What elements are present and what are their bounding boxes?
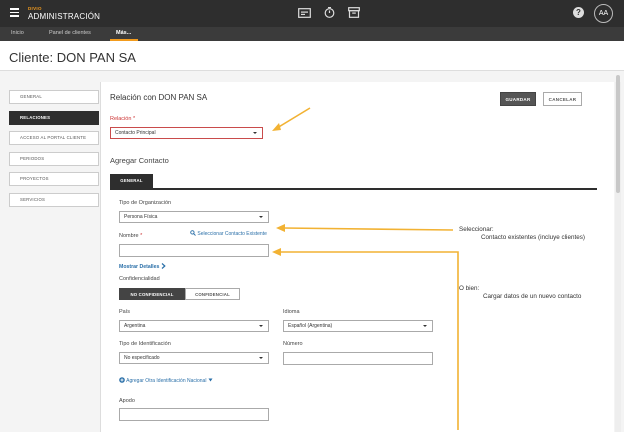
tab-underline: [110, 188, 597, 190]
pais-value: Argentina: [124, 323, 146, 329]
brand-logo-small: DIVIO: [28, 6, 42, 11]
chevron-down-icon: [259, 357, 263, 359]
chevron-down-icon: [259, 325, 263, 327]
chevron-down-icon: [259, 216, 263, 218]
search-icon: [190, 230, 196, 236]
sidebar-item-general[interactable]: GENERAL: [9, 90, 99, 104]
relacion-label: Relación *: [110, 116, 135, 122]
annotation-obien-desc: Cargar datos de un nuevo contacto: [483, 293, 582, 300]
numero-input[interactable]: [283, 352, 433, 365]
chevron-down-icon: [253, 132, 257, 134]
idioma-value: Español (Argentina): [288, 323, 333, 329]
save-button[interactable]: GUARDAR: [500, 92, 536, 106]
tipo-organizacion-value: Persona Física: [124, 214, 158, 220]
relacion-select[interactable]: Contacto Principal: [110, 127, 263, 139]
chevron-down-icon: [423, 325, 427, 327]
apodo-input[interactable]: [119, 408, 269, 421]
sidebar-item-servicios[interactable]: SERVICIOS: [9, 192, 99, 207]
tipo-organizacion-select[interactable]: Persona Física: [119, 211, 269, 223]
no-confidencial-toggle[interactable]: NO CONFIDENCIAL: [119, 288, 185, 300]
idioma-select[interactable]: Español (Argentina): [283, 320, 433, 332]
mostrar-detalles-link[interactable]: Mostrar Detalles: [119, 263, 166, 270]
idioma-label: Idioma: [283, 309, 300, 315]
scrollbar-thumb[interactable]: [616, 75, 620, 193]
pais-select[interactable]: Argentina: [119, 320, 269, 332]
relacion-select-value: Contacto Principal: [115, 130, 156, 136]
add-circle-icon: [119, 377, 125, 383]
relacion-label-text: Relación: [110, 116, 132, 122]
annotation-seleccionar-title: Seleccionar:: [459, 226, 494, 233]
tipo-identificacion-label: Tipo de Identificación: [119, 341, 171, 347]
mostrar-detalles-text: Mostrar Detalles: [119, 264, 160, 270]
sidebar-item-relaciones[interactable]: RELACIONES: [9, 110, 99, 125]
required-marker: *: [140, 233, 143, 239]
nav-active-indicator: [110, 39, 138, 41]
sidebar-item-proyectos[interactable]: PROYECTOS: [9, 172, 99, 186]
avatar[interactable]: AA: [594, 4, 613, 23]
agregar-identificacion-text: Agregar Otra Identificación Nacional: [126, 378, 207, 384]
nav-panel-clientes[interactable]: Panel de clientes: [49, 30, 91, 36]
top-bar: DIVIO ADMINISTRACIÓN ? AA: [0, 0, 624, 27]
annotation-obien-title: O bien:: [459, 285, 480, 292]
cancel-button[interactable]: CANCELAR: [543, 92, 582, 106]
sidebar-item-periodos[interactable]: PERIODOS: [9, 151, 99, 166]
tipo-identificacion-select[interactable]: No especificado: [119, 352, 269, 364]
sidebar-item-acceso-portal[interactable]: ACCESO AL PORTAL CLIENTE: [9, 131, 99, 145]
archive-icon[interactable]: [348, 7, 360, 18]
seleccionar-contacto-text: Seleccionar Contacto Existente: [197, 231, 267, 237]
timer-icon[interactable]: [324, 7, 335, 18]
confidencial-toggle[interactable]: CONFIDENCIAL: [185, 288, 240, 300]
nav-inicio[interactable]: Inicio: [11, 30, 24, 36]
annotation-seleccionar-desc: Contacto existentes (incluye clientes): [481, 234, 585, 241]
numero-label: Número: [283, 341, 303, 347]
nav-mas[interactable]: Más...: [116, 30, 131, 36]
seleccionar-contacto-link[interactable]: Seleccionar Contacto Existente: [190, 230, 267, 237]
form-title: Relación con DON PAN SA: [110, 93, 208, 102]
pais-label: País: [119, 309, 131, 315]
tipo-identificacion-value: No especificado: [124, 355, 160, 361]
sidebar: GENERAL RELACIONES ACCESO AL PORTAL CLIE…: [9, 90, 99, 213]
menu-icon[interactable]: [10, 8, 19, 17]
nav-bar: Inicio Panel de clientes Más...: [0, 27, 624, 41]
help-icon[interactable]: ?: [573, 7, 584, 18]
app-title: ADMINISTRACIÓN: [28, 12, 101, 21]
apodo-label: Apodo: [119, 398, 135, 404]
nombre-label-text: Nombre: [119, 233, 139, 239]
chevron-right-icon: [161, 263, 166, 269]
required-marker: *: [132, 116, 136, 122]
page-title: Cliente: DON PAN SA: [9, 50, 136, 65]
confidencialidad-label: Confidencialidad: [119, 276, 160, 282]
agregar-contacto-title: Agregar Contacto: [110, 156, 169, 165]
screen-icon[interactable]: [298, 7, 311, 18]
tipo-organizacion-label: Tipo de Organización: [119, 200, 172, 206]
tab-general[interactable]: GENERAL: [110, 174, 153, 188]
caret-down-icon: [208, 378, 213, 382]
nombre-input[interactable]: [119, 244, 269, 257]
nombre-label: Nombre *: [119, 233, 142, 239]
agregar-identificacion-link[interactable]: Agregar Otra Identificación Nacional: [119, 377, 213, 384]
